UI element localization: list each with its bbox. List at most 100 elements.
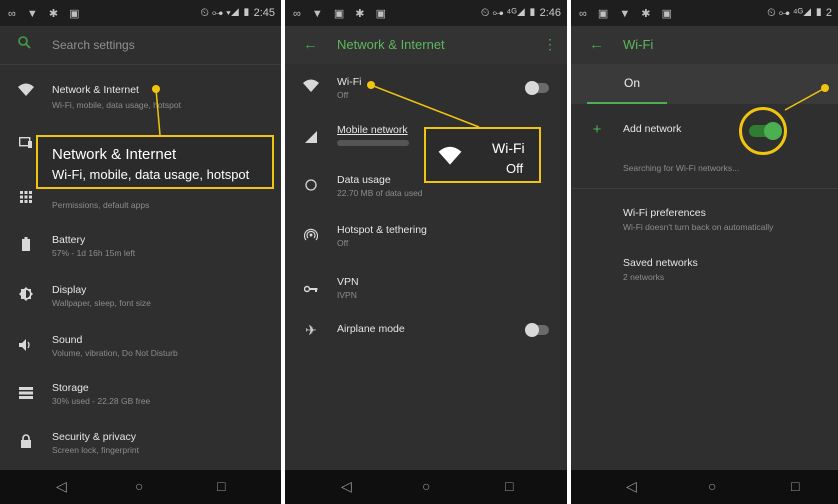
search-bar[interactable]: Search settings (0, 26, 281, 64)
recents-icon[interactable]: □ (505, 478, 513, 494)
network-item-title: Wi-Fi (337, 76, 362, 88)
storage-icon (16, 384, 36, 404)
network-item-subtitle: IVPN (337, 290, 357, 300)
status-bar: ∞ ▣ ▼ ✱ ▣ ⏲ ⊶ ⁴ᴳ◢ ▮ 2 (571, 0, 838, 26)
recents-icon[interactable]: □ (217, 478, 225, 494)
settings-item-subtitle: 57% - 1d 16h 15m left (52, 248, 136, 258)
search-icon[interactable] (18, 36, 31, 53)
more-options-icon[interactable]: ⋮ (543, 36, 557, 53)
highlight-dot (367, 81, 375, 89)
network-item-title: VPN (337, 276, 359, 288)
progress-indicator (587, 102, 667, 104)
app-bar: ← Wi-Fi (571, 26, 838, 64)
zoom-callout-network: Network & Internet Wi-Fi, mobile, data u… (36, 135, 274, 189)
highlight-dot (821, 84, 829, 92)
status-icons-right: ⏲ ⊶ ▾◢ ▮ 2:45 (200, 7, 275, 19)
blurred-carrier (337, 140, 409, 146)
network-item-subtitle: Off (337, 238, 349, 248)
airplane-icon: ✈ (305, 322, 317, 338)
status-bar: ∞ ▼ ▣ ✱ ▣ ⏲ ⊶ ⁴ᴳ◢ ▮ 2:46 (285, 0, 567, 26)
back-arrow-icon[interactable]: ← (303, 36, 318, 53)
nav-bar: ◁ ○ □ (285, 470, 567, 504)
settings-item-network[interactable]: Network & Internet Wi-Fi, mobile, data u… (0, 76, 281, 116)
settings-item-title: Display (52, 284, 87, 296)
toggle-knob (764, 122, 782, 140)
divider (571, 188, 838, 189)
wifi-icon (301, 78, 321, 98)
saved-networks-title: Saved networks (623, 257, 698, 269)
status-icons-left: ∞ ▣ ▼ ✱ ▣ (579, 8, 676, 20)
searching-text: Searching for Wi-Fi networks... (623, 163, 740, 173)
back-icon[interactable]: ◁ (626, 478, 637, 495)
wifi-icon (438, 146, 462, 171)
settings-item-apps[interactable]: Permissions, default apps (0, 184, 281, 224)
settings-item-subtitle: Screen lock, fingerprint (52, 445, 139, 455)
status-bar: ∞ ▼ ✱ ▣ ⏲ ⊶ ▾◢ ▮ 2:45 (0, 0, 281, 26)
wifi-toggle[interactable] (525, 81, 549, 95)
signal-icon (301, 128, 321, 148)
nav-bar: ◁ ○ □ (571, 470, 838, 504)
settings-item-subtitle: Wallpaper, sleep, font size (52, 298, 151, 308)
search-placeholder[interactable]: Search settings (52, 38, 135, 52)
highlight-dot (152, 85, 160, 93)
nav-bar: ◁ ○ □ (0, 470, 281, 504)
divider (0, 64, 281, 65)
settings-item-subtitle: 30% used - 22.28 GB free (52, 396, 151, 406)
home-icon[interactable]: ○ (422, 478, 430, 494)
add-network-label: Add network (623, 123, 682, 135)
home-icon[interactable]: ○ (708, 478, 716, 494)
network-item-subtitle: 22.70 MB of data used (337, 188, 423, 198)
network-item-airplane[interactable]: ✈ Airplane mode (285, 318, 567, 354)
settings-item-security[interactable]: Security & privacy Screen lock, fingerpr… (0, 427, 281, 467)
settings-item-title: Security & privacy (52, 431, 137, 443)
status-icons-left: ∞ ▼ ✱ ▣ (8, 8, 84, 20)
status-icons-left: ∞ ▼ ▣ ✱ ▣ (293, 8, 390, 20)
settings-item-display[interactable]: Display Wallpaper, sleep, font size (0, 280, 281, 320)
network-item-wifi[interactable]: Wi-Fi Off (285, 70, 567, 106)
add-network-item[interactable]: + Add network (571, 118, 838, 148)
network-item-title: Airplane mode (337, 323, 405, 335)
network-item-hotspot[interactable]: Hotspot & tethering Off (285, 220, 567, 256)
wifi-master-switch-bar[interactable]: On (571, 64, 838, 104)
back-arrow-icon[interactable]: ← (589, 36, 604, 53)
wifi-toggle-on[interactable] (749, 122, 782, 140)
zoom-callout-wifi: Wi-Fi Off (424, 127, 541, 183)
callout-subtitle: Wi-Fi, mobile, data usage, hotspot (52, 167, 250, 182)
home-icon[interactable]: ○ (135, 478, 143, 494)
back-icon[interactable]: ◁ (56, 478, 67, 495)
settings-item-title: Storage (52, 382, 89, 394)
volume-icon (16, 336, 36, 356)
app-bar: ← Network & Internet ⋮ (285, 26, 567, 64)
settings-screen: ∞ ▼ ✱ ▣ ⏲ ⊶ ▾◢ ▮ 2:45 Search settings Ne… (0, 0, 281, 504)
settings-item-title: Sound (52, 334, 83, 346)
page-title: Network & Internet (337, 37, 445, 52)
network-item-subtitle: Off (337, 90, 349, 100)
battery-icon (16, 236, 36, 256)
saved-networks-subtitle: 2 networks (623, 272, 665, 282)
page-title: Wi-Fi (623, 37, 654, 52)
brightness-icon (16, 286, 36, 306)
saved-networks-item[interactable]: Saved networks 2 networks (571, 255, 838, 287)
settings-item-subtitle: Wi-Fi, mobile, data usage, hotspot (52, 100, 181, 110)
wifi-preferences-item[interactable]: Wi-Fi preferences Wi-Fi doesn't turn bac… (571, 205, 838, 237)
network-item-title: Mobile network (337, 124, 408, 136)
settings-item-storage[interactable]: Storage 30% used - 22.28 GB free (0, 378, 281, 418)
settings-item-subtitle: Volume, vibration, Do Not Disturb (52, 348, 178, 358)
airplane-toggle[interactable] (525, 323, 549, 337)
wifi-preferences-subtitle: Wi-Fi doesn't turn back on automatically (623, 222, 774, 232)
callout-title: Wi-Fi (492, 140, 525, 156)
back-icon[interactable]: ◁ (341, 478, 352, 495)
lock-icon (16, 433, 36, 453)
data-usage-icon (301, 176, 321, 196)
settings-item-battery[interactable]: Battery 57% - 1d 16h 15m left (0, 230, 281, 270)
network-item-title: Hotspot & tethering (337, 224, 427, 236)
hotspot-icon (301, 226, 321, 246)
recents-icon[interactable]: □ (791, 478, 799, 494)
network-item-vpn[interactable]: VPN IVPN (285, 272, 567, 308)
wifi-preferences-title: Wi-Fi preferences (623, 207, 706, 219)
on-label: On (624, 76, 641, 90)
add-icon: + (592, 121, 602, 138)
settings-item-sound[interactable]: Sound Volume, vibration, Do Not Disturb (0, 330, 281, 370)
settings-item-title: Battery (52, 234, 86, 246)
status-icons-right: ⏲ ⊶ ⁴ᴳ◢ ▮ 2:46 (480, 7, 561, 19)
